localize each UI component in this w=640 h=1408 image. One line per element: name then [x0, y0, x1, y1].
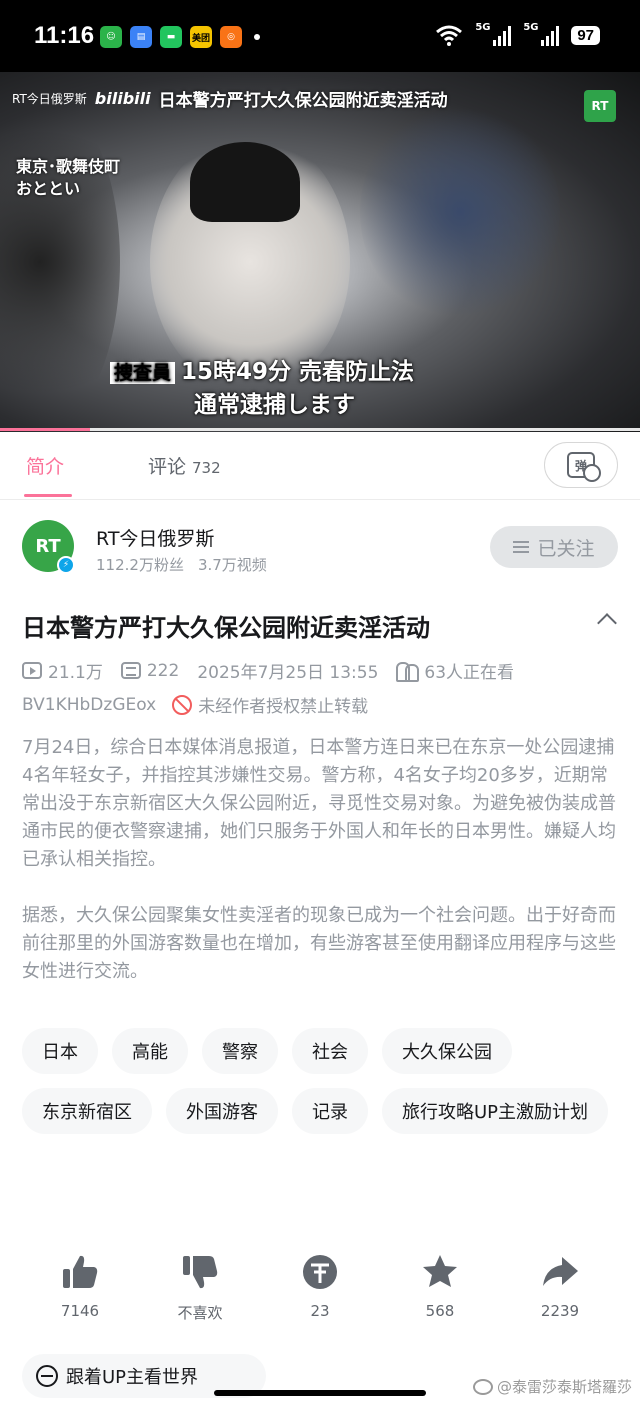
- coin-count: 23: [310, 1302, 330, 1320]
- video-app-icon: ◎: [220, 26, 242, 48]
- tag-chip[interactable]: 旅行攻略UP主激励计划: [382, 1088, 609, 1134]
- tag-list: 日本 高能 警察 社会 大久保公园 东京新宿区 外国游客 记录 旅行攻略UP主激…: [22, 1028, 622, 1134]
- video-meta-line-2: BV1KHbDzGEox 未经作者授权禁止转载: [22, 692, 368, 717]
- view-count: 21.1万: [48, 663, 103, 683]
- tag-chip[interactable]: 警察: [202, 1028, 278, 1074]
- play-count-icon: [22, 662, 42, 679]
- related-topic-label: 跟着UP主看世界: [66, 1367, 199, 1388]
- danmaku-count-icon: [120, 662, 141, 679]
- verified-badge-icon: ⚡: [57, 556, 75, 574]
- video-frame-officer: [360, 102, 560, 322]
- video-player[interactable]: RT今日俄罗斯 bilibili 日本警方严打大久保公园附近卖淫活动 RT 東京…: [0, 72, 640, 432]
- video-frame-hair: [190, 142, 300, 222]
- share-button[interactable]: 2239: [500, 1252, 620, 1320]
- status-time: 11:16: [34, 22, 95, 49]
- copyright-notice: 未经作者授权禁止转载: [198, 697, 369, 717]
- dislike-label: 不喜欢: [177, 1304, 223, 1322]
- tab-intro[interactable]: 简介: [26, 452, 64, 479]
- wallet-app-icon: ▤: [130, 26, 152, 48]
- watching-icon: [396, 661, 420, 682]
- chevron-up-icon[interactable]: [597, 613, 617, 633]
- tag-chip[interactable]: 记录: [292, 1088, 368, 1134]
- danmu-toggle-button[interactable]: 弹: [544, 442, 618, 488]
- tag-chip[interactable]: 日本: [22, 1028, 98, 1074]
- video-progress-fill: [0, 428, 90, 431]
- tag-chip[interactable]: 高能: [112, 1028, 188, 1074]
- video-headline: 日本警方严打大久保公园附近卖淫活动: [158, 91, 448, 111]
- video-source-label: RT今日俄罗斯: [12, 92, 87, 106]
- status-indicators: 5G 5G 97: [435, 22, 600, 46]
- rt-logo: RT: [584, 90, 616, 122]
- thumbs-up-icon: [63, 1255, 98, 1288]
- meituan-app-icon: 美团: [190, 26, 212, 48]
- weibo-logo-icon: [472, 1378, 493, 1395]
- green-app-icon: ☺: [100, 26, 122, 48]
- description-paragraph: 7月24日，综合日本媒体消息报道，日本警方连日来已在东京一处公园逮捕4名年轻女子…: [22, 737, 616, 870]
- favorite-button[interactable]: 568: [380, 1252, 500, 1320]
- tab-active-underline: [24, 494, 72, 497]
- video-overlay-title: RT今日俄罗斯 bilibili 日本警方严打大久保公园附近卖淫活动: [12, 86, 448, 111]
- description-paragraph: 据悉，大久保公园聚集女性卖淫者的现象已成为一个社会问题。出于好奇而前往那里的外国…: [22, 905, 616, 982]
- signal-icon-2: 5G: [523, 22, 560, 46]
- uploader-row: RT ⚡ RT今日俄罗斯 112.2万粉丝 3.7万视频 已关注: [0, 500, 640, 596]
- menu-icon: [513, 541, 530, 553]
- bilibili-logo: bilibili: [94, 89, 151, 108]
- danmaku-count: 222: [146, 660, 180, 681]
- status-app-icons: ☺ ▤ ▬ 美团 ◎: [100, 26, 260, 48]
- coin-button[interactable]: 23: [260, 1252, 380, 1320]
- bvid: BV1KHbDzGEox: [22, 694, 157, 715]
- uploader-videos: 3.7万视频: [197, 556, 267, 574]
- action-bar: 7146 不喜欢 23 568 2239: [0, 1252, 640, 1332]
- tag-chip[interactable]: 外国游客: [166, 1088, 278, 1134]
- battery-indicator: 97: [571, 25, 600, 45]
- no-repost-icon: [172, 694, 193, 715]
- video-meta: 21.1万 222 2025年7月25日 13:55 63人正在看: [22, 658, 514, 683]
- video-location-caption: 東京･歌舞伎町 おととい: [16, 157, 121, 198]
- subtitle-line-1: 15時49分 売春防止法: [181, 359, 415, 385]
- status-bar: 11:16 ☺ ▤ ▬ 美团 ◎ 5G 5G 97: [0, 0, 640, 72]
- home-indicator[interactable]: [214, 1390, 426, 1396]
- like-button[interactable]: 7146: [20, 1252, 140, 1320]
- tab-comments-label: 评论: [148, 456, 187, 478]
- favorite-count: 568: [425, 1302, 455, 1320]
- star-icon: [423, 1255, 457, 1287]
- follow-button[interactable]: 已关注: [490, 526, 618, 568]
- signal-icon-1: 5G: [475, 22, 512, 46]
- follow-button-label: 已关注: [537, 537, 595, 560]
- publish-date: 2025年7月25日 13:55: [197, 663, 379, 683]
- video-description: 7月24日，综合日本媒体消息报道，日本警方连日来已在东京一处公园逮捕4名年轻女子…: [22, 734, 622, 986]
- uploader-fans: 112.2万粉丝: [96, 556, 184, 574]
- tab-comments[interactable]: 评论 732: [148, 452, 221, 479]
- uploader-stats: 112.2万粉丝 3.7万视频: [96, 554, 267, 575]
- video-subtitle: 捜査員 15時49分 売春防止法 通常逮捕します: [110, 356, 414, 421]
- danmu-off-icon: 弹: [567, 452, 601, 482]
- tag-chip[interactable]: 社会: [292, 1028, 368, 1074]
- messages-app-icon: ▬: [160, 26, 182, 48]
- tag-chip[interactable]: 东京新宿区: [22, 1088, 152, 1134]
- weibo-watermark: @泰雷莎泰斯塔羅莎: [472, 1376, 632, 1397]
- uploader-name[interactable]: RT今日俄罗斯: [96, 524, 214, 551]
- wifi-icon: [436, 25, 463, 46]
- video-progress-bar[interactable]: [0, 428, 640, 431]
- watching-count: 63人正在看: [424, 663, 515, 683]
- subtitle-speaker-tag: 捜査員: [110, 362, 176, 384]
- topic-icon: [36, 1365, 58, 1387]
- thumbs-down-icon: [183, 1256, 218, 1289]
- dislike-button[interactable]: 不喜欢: [140, 1252, 260, 1323]
- more-notifications-dot: [254, 34, 260, 40]
- tab-bar: 简介 评论 732 弹: [0, 432, 640, 500]
- watermark-text: @泰雷莎泰斯塔羅莎: [496, 1378, 632, 1396]
- video-title: 日本警方严打大久保公园附近卖淫活动: [22, 614, 430, 642]
- share-arrow-icon: [543, 1257, 578, 1286]
- video-frame-left-person: [0, 92, 120, 432]
- subtitle-line-2: 通常逮捕します: [194, 392, 355, 418]
- like-count: 7146: [60, 1302, 100, 1320]
- share-count: 2239: [540, 1302, 580, 1320]
- tag-chip[interactable]: 大久保公园: [382, 1028, 512, 1074]
- coin-icon: [303, 1255, 337, 1289]
- tab-comments-count: 732: [192, 459, 221, 477]
